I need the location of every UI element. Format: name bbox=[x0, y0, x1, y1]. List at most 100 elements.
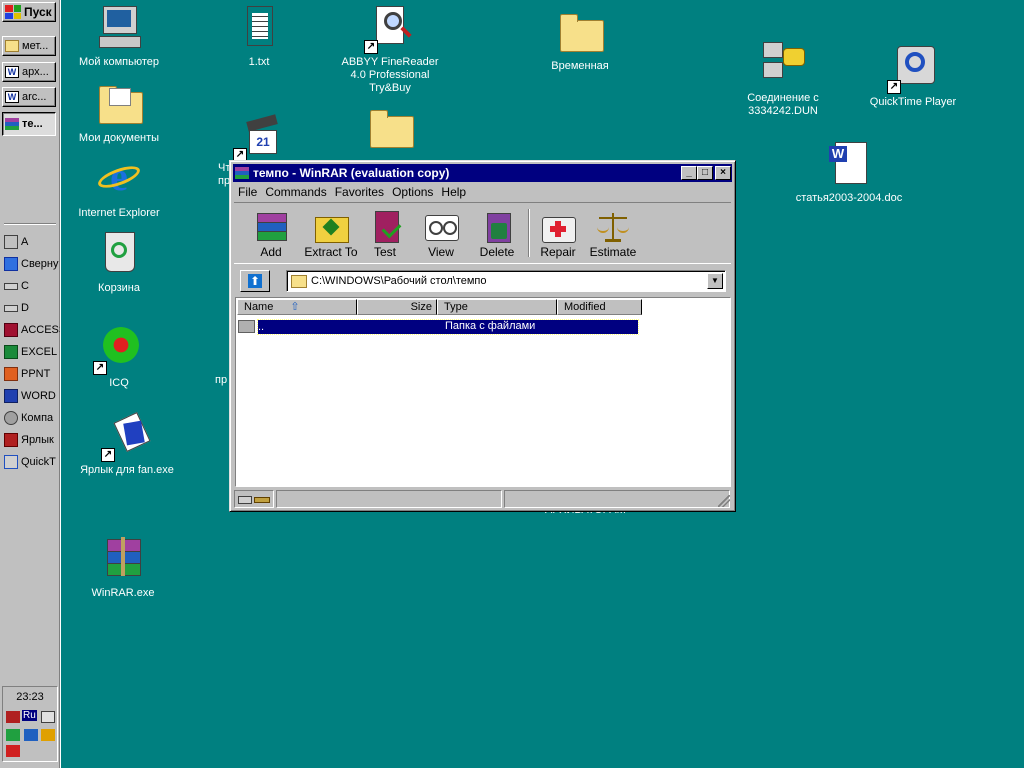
menu-favorites[interactable]: Favorites bbox=[335, 185, 384, 199]
taskbar-separator bbox=[4, 223, 56, 225]
tool-label: Delete bbox=[479, 245, 515, 259]
table-row[interactable]: .. Папка с файлами bbox=[238, 318, 639, 335]
winrar-icon bbox=[235, 167, 249, 179]
access-icon bbox=[4, 323, 18, 337]
taskbar-button-label: арх... bbox=[22, 66, 49, 78]
desktop-icon-quicktime[interactable]: ↗ QuickTime Player bbox=[858, 44, 968, 109]
desktop-icon-dialup[interactable]: Соединение с 3334242.DUN bbox=[728, 40, 838, 118]
column-header-label: Modified bbox=[564, 301, 606, 313]
desktop-icon-label: Internet Explorer bbox=[78, 207, 160, 219]
title-bar[interactable]: темпо - WinRAR (evaluation copy) _ □ × bbox=[233, 164, 732, 182]
language-indicator[interactable]: Ru bbox=[22, 710, 37, 721]
menu-bar: File Commands Favorites Options Help bbox=[234, 183, 470, 201]
icq-icon: ↗ bbox=[93, 325, 143, 375]
toolbar-separator bbox=[528, 209, 530, 257]
taskbar-button-winrar[interactable]: те... bbox=[2, 112, 56, 136]
up-folder-button[interactable]: ⬆ bbox=[240, 270, 270, 292]
estimate-icon bbox=[595, 209, 631, 243]
quick-item-powerpoint[interactable]: PPNT bbox=[4, 365, 60, 383]
column-header-label: Size bbox=[410, 301, 432, 313]
desktop-icon-recycle-bin[interactable]: Корзина bbox=[64, 230, 174, 295]
desktop-icon-my-documents[interactable]: Мои документы bbox=[64, 80, 174, 145]
hidden-label-fragment: пр bbox=[215, 374, 228, 386]
desktop-icon-finereader[interactable]: ↗ ABBYY FineReader 4.0 Professional Try&… bbox=[335, 4, 445, 95]
key-icon bbox=[254, 497, 270, 503]
desktop-icon-calendar-shortcut[interactable]: 21 ↗ bbox=[204, 112, 314, 164]
column-header-modified[interactable]: Modified bbox=[557, 299, 642, 315]
column-header-size[interactable]: Size bbox=[357, 299, 437, 315]
quick-item-floppy[interactable]: A bbox=[4, 233, 60, 251]
tray-app-icon[interactable] bbox=[6, 711, 20, 723]
quick-item-label: ACCESS bbox=[21, 324, 60, 336]
quick-item-label: PPNT bbox=[21, 368, 51, 380]
quick-item-shortcut[interactable]: Ярлык bbox=[4, 431, 60, 449]
row-type: Папка с файлами bbox=[445, 320, 536, 332]
folder-icon bbox=[556, 8, 604, 56]
taskbar-button-doc2[interactable]: W arc... bbox=[2, 87, 56, 107]
quick-item-quicktime[interactable]: QuickT bbox=[4, 453, 60, 471]
desktop-icon-label: Корзина bbox=[98, 282, 140, 294]
chevron-down-icon[interactable]: ▼ bbox=[707, 273, 723, 289]
desktop-icon-fan-shortcut[interactable]: ↗ Ярлык для fan.exe bbox=[72, 412, 182, 477]
repair-icon bbox=[540, 209, 576, 243]
desktop-icon-internet-explorer[interactable]: e Internet Explorer bbox=[64, 155, 174, 220]
desktop-icon-temp-folder[interactable]: Временная bbox=[525, 8, 635, 73]
test-icon bbox=[367, 209, 403, 243]
taskbar-button-doc1[interactable]: W арх... bbox=[2, 62, 56, 82]
desktop-icon-winrar-exe[interactable]: WinRAR.exe bbox=[68, 535, 178, 600]
desktop-icon-1-txt[interactable]: 1.txt bbox=[204, 4, 314, 69]
taskbar-button-folder[interactable]: мет... bbox=[2, 36, 56, 56]
desktop-icon-my-computer[interactable]: Мой компьютер bbox=[64, 4, 174, 69]
desktop-icon-label: Соединение с 3334242.DUN bbox=[747, 92, 819, 117]
calendar-shortcut-icon: 21 ↗ bbox=[233, 112, 283, 162]
text-file-icon bbox=[235, 4, 283, 52]
quick-item-label: EXCEL bbox=[21, 346, 58, 358]
quick-item-label: QuickT bbox=[21, 456, 56, 468]
estimate-button[interactable]: Estimate bbox=[586, 207, 640, 261]
tray-alert-icon[interactable] bbox=[41, 729, 55, 741]
clock[interactable]: 23:23 bbox=[3, 691, 57, 703]
tray-network-icon[interactable] bbox=[6, 729, 20, 741]
repair-button[interactable]: Repair bbox=[531, 207, 585, 261]
column-header-name[interactable]: Name ⇧ bbox=[237, 299, 357, 315]
column-header-type[interactable]: Type bbox=[437, 299, 557, 315]
test-button[interactable]: Test bbox=[358, 207, 412, 261]
status-panel-left bbox=[276, 490, 502, 508]
status-bar bbox=[234, 490, 731, 508]
hard-drive-icon bbox=[4, 282, 18, 290]
resize-grip[interactable] bbox=[718, 495, 730, 507]
tray-connection-icon[interactable] bbox=[24, 729, 38, 741]
delete-button[interactable]: Delete bbox=[470, 207, 524, 261]
quick-item-access[interactable]: ACCESS bbox=[4, 321, 60, 339]
volume-icon[interactable] bbox=[41, 711, 55, 723]
maximize-button[interactable]: □ bbox=[697, 166, 713, 180]
add-button[interactable]: Add bbox=[244, 207, 298, 261]
tray-acrobat-icon[interactable] bbox=[6, 745, 20, 757]
quick-item-excel[interactable]: EXCEL bbox=[4, 343, 60, 361]
menu-file[interactable]: File bbox=[238, 185, 257, 199]
dialup-connection-icon bbox=[759, 40, 807, 88]
quick-item-word[interactable]: WORD bbox=[4, 387, 60, 405]
quick-item-label: A bbox=[21, 236, 29, 248]
menu-commands[interactable]: Commands bbox=[265, 185, 326, 199]
minimize-button[interactable]: _ bbox=[681, 166, 697, 180]
winrar-window: темпо - WinRAR (evaluation copy) _ □ × F… bbox=[229, 160, 736, 512]
quick-item-minimize-all[interactable]: Сверну bbox=[4, 255, 60, 273]
desktop-icon-folder-2[interactable] bbox=[335, 104, 445, 156]
folder-icon bbox=[291, 274, 307, 288]
quick-item-label: Сверну bbox=[21, 258, 59, 270]
quick-item-drive-c[interactable]: C bbox=[4, 277, 60, 295]
desktop-icon-icq[interactable]: ↗ ICQ bbox=[64, 325, 174, 390]
desktop-icon-article-doc[interactable]: W статья2003-2004.doc bbox=[793, 140, 905, 205]
view-button[interactable]: View bbox=[414, 207, 468, 261]
close-button[interactable]: × bbox=[715, 166, 731, 180]
extract-to-button[interactable]: Extract To bbox=[301, 207, 361, 261]
menu-options[interactable]: Options bbox=[392, 185, 433, 199]
quick-item-drive-d[interactable]: D bbox=[4, 299, 60, 317]
menu-help[interactable]: Help bbox=[441, 185, 466, 199]
quick-item-computer[interactable]: Компа bbox=[4, 409, 60, 427]
file-list[interactable]: Name ⇧ Size Type Modified .. Папка с фай… bbox=[235, 297, 731, 487]
start-button[interactable]: Пуск bbox=[2, 2, 56, 22]
path-combobox[interactable]: C:\WINDOWS\Рабочий стол\темпо ▼ bbox=[286, 270, 726, 292]
extract-to-icon bbox=[313, 209, 349, 243]
